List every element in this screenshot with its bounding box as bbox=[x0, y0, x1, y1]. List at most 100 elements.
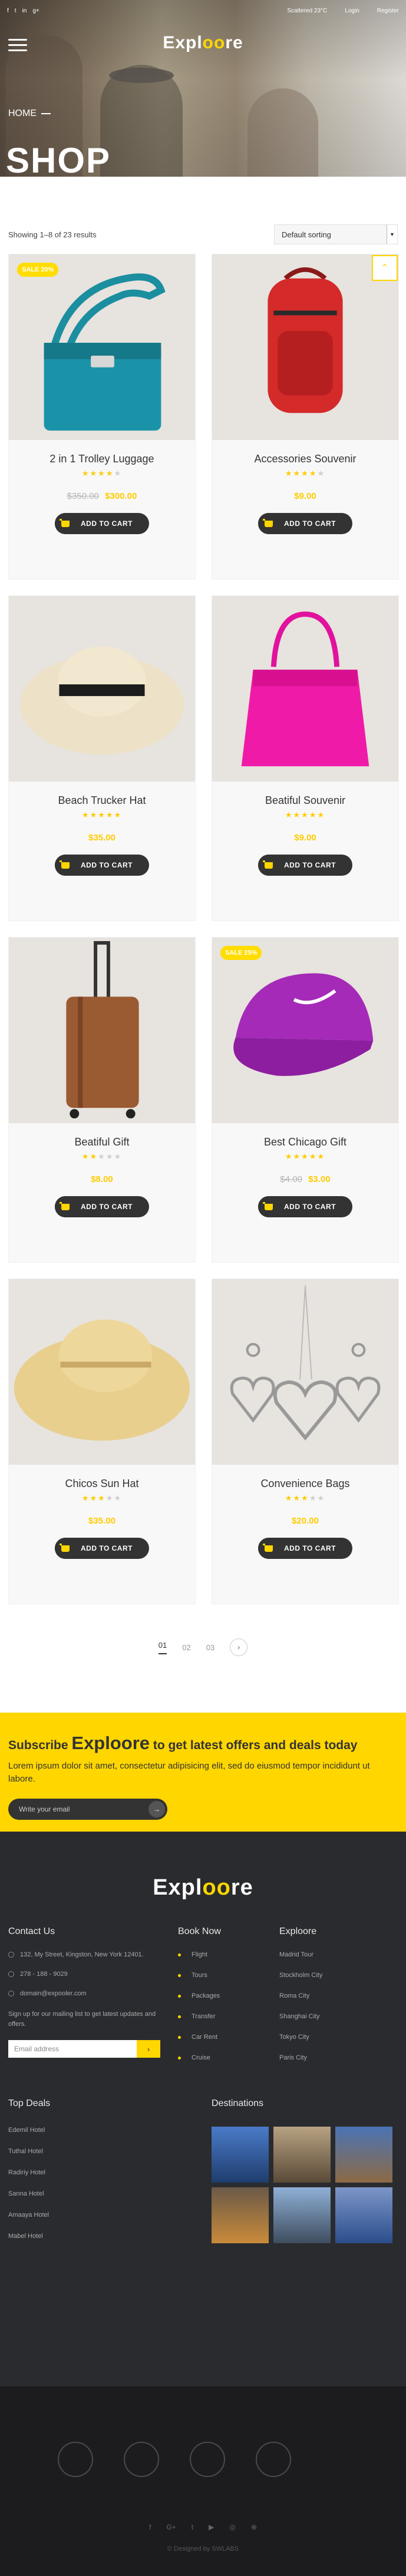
chevron-right-icon[interactable]: › bbox=[137, 2040, 160, 2058]
google-plus-icon[interactable]: g+ bbox=[32, 8, 39, 14]
partner-logo[interactable] bbox=[58, 2442, 93, 2477]
partner-logo[interactable] bbox=[190, 2442, 225, 2477]
cart-icon bbox=[55, 1538, 76, 1559]
product-card[interactable]: Beach Trucker Hat ★★★★★ $35.00 ADD TO CA… bbox=[8, 595, 196, 921]
footer-link[interactable]: Tuthal Hotel bbox=[8, 2148, 212, 2155]
chevron-down-icon: ▼ bbox=[387, 225, 397, 244]
add-to-cart-button[interactable]: ADD TO CART bbox=[55, 513, 149, 534]
product-name[interactable]: Best Chicago Gift bbox=[212, 1136, 398, 1148]
destination-thumb[interactable] bbox=[273, 2187, 331, 2243]
footer-link[interactable]: Edemil Hotel bbox=[8, 2127, 212, 2134]
product-card[interactable]: Chicos Sun Hat ★★★★★ $35.00 ADD TO CART bbox=[8, 1279, 196, 1604]
footer-email-input[interactable]: Email address › bbox=[8, 2040, 160, 2058]
footer-link[interactable]: Amaaya Hotel bbox=[8, 2211, 212, 2219]
exploore-column: Exploore Madrid Tour Stockholm City Roma… bbox=[279, 1926, 397, 2075]
product-name[interactable]: Convenience Bags bbox=[212, 1478, 398, 1490]
add-to-cart-button[interactable]: ADD TO CART bbox=[55, 1538, 149, 1559]
next-page-icon[interactable]: › bbox=[230, 1638, 248, 1656]
footer-bottom: f G+ t ▶ ◎ ⊕ © Designed by SWLABS bbox=[0, 2386, 406, 2576]
star-rating: ★★★★★ bbox=[81, 1152, 123, 1161]
twitter-icon[interactable]: t bbox=[15, 8, 16, 14]
product-image[interactable] bbox=[9, 1279, 195, 1465]
product-card[interactable]: SALE 20% 2 in 1 Trolley Luggage ★★★★★ $3… bbox=[8, 254, 196, 580]
product-name[interactable]: 2 in 1 Trolley Luggage bbox=[9, 453, 195, 465]
footer-link[interactable]: Madrid Tour bbox=[279, 1951, 397, 1958]
subscribe-email-input[interactable]: Write your email → bbox=[8, 1799, 167, 1820]
footer-link[interactable]: Car Rent bbox=[178, 2034, 279, 2041]
footer-link[interactable]: Radiriy Hotel bbox=[8, 2169, 212, 2176]
login-link[interactable]: Login bbox=[345, 8, 359, 14]
facebook-icon[interactable]: f bbox=[7, 8, 9, 14]
add-to-cart-button[interactable]: ADD TO CART bbox=[258, 1196, 352, 1217]
back-to-top-icon[interactable]: ⌃ bbox=[372, 255, 398, 281]
product-card[interactable]: SALE 25% Best Chicago Gift ★★★★★ $4.00 $… bbox=[212, 937, 399, 1263]
cart-icon bbox=[55, 855, 76, 876]
page-link[interactable]: 03 bbox=[206, 1643, 214, 1652]
site-logo[interactable]: Exploore bbox=[0, 33, 406, 53]
youtube-icon[interactable]: ▶ bbox=[209, 2523, 214, 2531]
footer-link[interactable]: Flight bbox=[178, 1951, 279, 1958]
cart-icon bbox=[258, 1196, 279, 1217]
partner-logo[interactable] bbox=[256, 2442, 291, 2477]
instagram-icon[interactable]: ◎ bbox=[229, 2523, 235, 2531]
add-to-cart-button[interactable]: ADD TO CART bbox=[258, 1538, 352, 1559]
footer-link[interactable]: Shanghai City bbox=[279, 2013, 397, 2020]
destination-thumb[interactable] bbox=[335, 2187, 392, 2243]
cart-icon bbox=[55, 513, 76, 534]
dribbble-icon[interactable]: ⊕ bbox=[251, 2523, 257, 2531]
product-price: $35.00 bbox=[9, 833, 195, 843]
footer-link[interactable]: Roma City bbox=[279, 1992, 397, 1999]
sale-badge: SALE 25% bbox=[220, 946, 262, 960]
footer-link[interactable]: Tokyo City bbox=[279, 2034, 397, 2041]
breadcrumb-home-link[interactable]: HOME bbox=[8, 108, 37, 118]
linkedin-icon[interactable]: in bbox=[22, 8, 27, 14]
product-image[interactable] bbox=[212, 254, 398, 440]
email-link[interactable]: domain@expooler.com bbox=[20, 1990, 87, 1997]
footer-link[interactable]: Sanna Hotel bbox=[8, 2190, 212, 2197]
top-bar: f t in g+ Scattered 23°C Login Register bbox=[0, 0, 406, 21]
product-card[interactable]: Beatiful Souvenir ★★★★★ $9.00 ADD TO CAR… bbox=[212, 595, 399, 921]
product-name[interactable]: Beatiful Souvenir bbox=[212, 794, 398, 807]
product-image[interactable] bbox=[212, 1279, 398, 1465]
destination-thumb[interactable] bbox=[273, 2127, 331, 2183]
add-to-cart-button[interactable]: ADD TO CART bbox=[258, 513, 352, 534]
footer-link[interactable]: Cruise bbox=[178, 2054, 279, 2061]
star-rating: ★★★★★ bbox=[81, 810, 123, 819]
add-to-cart-button[interactable]: ADD TO CART bbox=[55, 1196, 149, 1217]
product-name[interactable]: Chicos Sun Hat bbox=[9, 1478, 195, 1490]
destination-thumb[interactable] bbox=[335, 2127, 392, 2183]
footer-link[interactable]: Paris City bbox=[279, 2054, 397, 2061]
page-link[interactable]: 02 bbox=[182, 1643, 190, 1652]
partner-logo[interactable] bbox=[124, 2442, 159, 2477]
page-link[interactable]: 01 bbox=[158, 1641, 167, 1654]
product-card[interactable]: Accessories Souvenir ★★★★★ $9.00 ADD TO … bbox=[212, 254, 399, 580]
product-image[interactable] bbox=[212, 596, 398, 782]
product-name[interactable]: Accessories Souvenir bbox=[212, 453, 398, 465]
star-rating: ★★★★★ bbox=[285, 469, 326, 478]
footer-link[interactable]: Mabel Hotel bbox=[8, 2233, 212, 2240]
product-card[interactable]: Convenience Bags ★★★★★ $20.00 ADD TO CAR… bbox=[212, 1279, 399, 1604]
product-card[interactable]: Beatiful Gift ★★★★★ $8.00 ADD TO CART bbox=[8, 937, 196, 1263]
result-count: Showing 1–8 of 23 results bbox=[8, 230, 97, 239]
product-name[interactable]: Beach Trucker Hat bbox=[9, 794, 195, 807]
footer-link[interactable]: Tours bbox=[178, 1972, 279, 1979]
product-image[interactable]: SALE 20% bbox=[9, 254, 195, 440]
product-name[interactable]: Beatiful Gift bbox=[9, 1136, 195, 1148]
destination-thumb[interactable] bbox=[212, 2127, 269, 2183]
footer-link[interactable]: Stockholm City bbox=[279, 1972, 397, 1979]
register-link[interactable]: Register bbox=[377, 8, 399, 14]
footer-logo[interactable]: Exploore bbox=[0, 1875, 406, 1900]
product-image[interactable] bbox=[9, 938, 195, 1123]
arrow-right-icon[interactable]: → bbox=[148, 1801, 165, 1817]
product-image[interactable] bbox=[9, 596, 195, 782]
sort-select[interactable]: Default sorting ▼ bbox=[274, 224, 398, 244]
google-plus-icon[interactable]: G+ bbox=[166, 2523, 176, 2531]
add-to-cart-button[interactable]: ADD TO CART bbox=[258, 855, 352, 876]
twitter-icon[interactable]: t bbox=[192, 2523, 193, 2531]
destination-thumb[interactable] bbox=[212, 2187, 269, 2243]
footer-link[interactable]: Transfer bbox=[178, 2013, 279, 2020]
product-image[interactable]: SALE 25% bbox=[212, 938, 398, 1123]
facebook-icon[interactable]: f bbox=[149, 2523, 151, 2531]
footer-link[interactable]: Packages bbox=[178, 1992, 279, 1999]
add-to-cart-button[interactable]: ADD TO CART bbox=[55, 855, 149, 876]
